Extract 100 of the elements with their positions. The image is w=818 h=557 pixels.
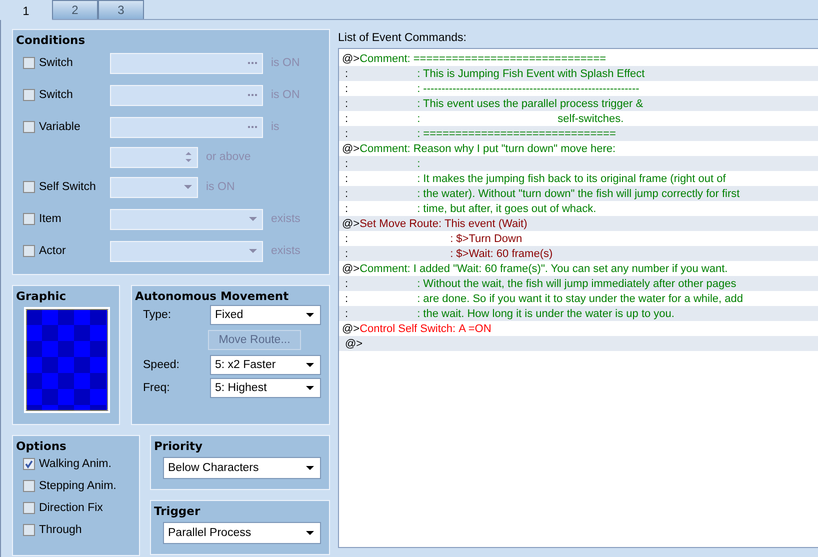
group-title: Graphic bbox=[16, 289, 68, 303]
line-marker: : bbox=[345, 68, 348, 80]
command-text[interactable]: : the water). Without "turn down" the fish will jump correctly for first bbox=[417, 188, 740, 200]
checkbox[interactable] bbox=[23, 458, 35, 470]
condition-field[interactable] bbox=[110, 240, 263, 262]
checkbox[interactable] bbox=[23, 245, 35, 257]
page-tab[interactable]: 2 bbox=[52, 0, 98, 19]
line-marker: : bbox=[345, 112, 348, 124]
caret-icon bbox=[306, 466, 314, 470]
command-text[interactable]: : Without the wait, the fish will jump immediately after other pages bbox=[417, 278, 736, 290]
option-label: Through bbox=[39, 524, 82, 536]
line-marker: : bbox=[345, 188, 348, 200]
condition-label: Variable bbox=[39, 121, 80, 133]
line-marker: : bbox=[345, 248, 348, 260]
line-marker: : bbox=[345, 308, 348, 320]
type-label: Type: bbox=[142, 309, 172, 321]
type-dropdown[interactable]: Fixed bbox=[210, 305, 321, 325]
frequency-dropdown[interactable]: 5: Highest bbox=[210, 378, 321, 398]
line-marker: : bbox=[345, 172, 348, 184]
command-text[interactable]: : the wait. How long it is under the water is up to you. bbox=[417, 308, 674, 320]
line-marker: : bbox=[345, 278, 348, 290]
group-title: Autonomous Movement bbox=[135, 289, 290, 303]
command-text[interactable]: : are done. So if you want it to stay under the water for a while, add bbox=[417, 292, 743, 304]
speed-dropdown[interactable]: 5: x2 Faster bbox=[210, 355, 321, 375]
condition-field[interactable] bbox=[110, 208, 263, 230]
checkbox[interactable] bbox=[23, 181, 35, 193]
checkbox[interactable] bbox=[23, 524, 35, 536]
command-text[interactable]: : bbox=[417, 158, 420, 170]
line-marker: : bbox=[345, 292, 348, 304]
option-label: Stepping Anim. bbox=[39, 480, 116, 492]
command-text[interactable]: This event (Wait) bbox=[444, 218, 528, 230]
line-marker: @> bbox=[342, 322, 360, 334]
command-text[interactable]: I added "Wait: 60 frame(s)". You can set any number if you want. bbox=[413, 262, 728, 274]
caret-icon bbox=[306, 531, 314, 535]
command-text[interactable]: A =ON bbox=[458, 322, 492, 334]
page-tab[interactable]: 3 bbox=[98, 0, 144, 19]
line-marker: : bbox=[345, 98, 348, 110]
command-name[interactable]: Control Self Switch: bbox=[360, 322, 456, 334]
caret-icon bbox=[306, 386, 314, 390]
condition-field[interactable] bbox=[110, 116, 263, 138]
command-text[interactable]: Reason why I put "turn down" move here: bbox=[413, 142, 616, 154]
line-marker: : bbox=[345, 202, 348, 214]
option-label: Direction Fix bbox=[39, 502, 103, 514]
priority-dropdown[interactable]: Below Characters bbox=[163, 457, 321, 479]
caret-icon bbox=[306, 313, 314, 317]
caret-icon bbox=[184, 185, 192, 189]
group-title: Trigger bbox=[154, 504, 202, 518]
checkbox[interactable] bbox=[23, 89, 35, 101]
command-text[interactable]: : This is Jumping Fish Event with Splash Effect bbox=[417, 68, 645, 80]
list-title: List of Event Commands: bbox=[338, 32, 468, 46]
condition-field[interactable] bbox=[110, 176, 198, 198]
ellipsis-icon bbox=[248, 94, 257, 96]
line-marker: @> bbox=[342, 218, 360, 230]
line-marker: : bbox=[345, 82, 348, 94]
option-label: Walking Anim. bbox=[39, 458, 112, 470]
command-text[interactable]: : $>Turn Down bbox=[450, 232, 522, 244]
command-name[interactable]: Comment: bbox=[360, 52, 410, 64]
command-text[interactable]: : It makes the jumping fish back to its original frame (right out of bbox=[417, 172, 726, 184]
condition-label: Switch bbox=[39, 57, 73, 69]
checkbox[interactable] bbox=[23, 502, 35, 514]
ellipsis-icon bbox=[248, 62, 257, 64]
command-text[interactable]: ============================== bbox=[413, 52, 606, 64]
line-marker: : bbox=[345, 128, 348, 140]
command-name[interactable]: Comment: bbox=[360, 142, 410, 154]
command-text[interactable]: : ============================== bbox=[417, 128, 616, 140]
group-title: Priority bbox=[154, 439, 204, 453]
checkered-tile-drawing[interactable] bbox=[24, 307, 110, 413]
condition-field[interactable] bbox=[110, 84, 263, 106]
checkbox[interactable] bbox=[23, 213, 35, 225]
command-text[interactable]: : ----------------------------------------------------------- bbox=[417, 82, 640, 94]
line-marker: @> bbox=[342, 262, 360, 274]
line-marker: @> bbox=[342, 52, 360, 64]
condition-label: Switch bbox=[39, 89, 73, 101]
caret-icon bbox=[249, 217, 257, 221]
condition-field[interactable] bbox=[110, 146, 198, 168]
ellipsis-icon bbox=[248, 126, 257, 128]
caret-icon bbox=[306, 363, 314, 367]
caret-icon bbox=[249, 249, 257, 253]
condition-label: Item bbox=[39, 213, 62, 225]
speed-label: Speed: bbox=[142, 359, 180, 371]
line-marker: @> bbox=[345, 338, 363, 350]
command-name[interactable]: Set Move Route: bbox=[360, 218, 442, 230]
trigger-dropdown[interactable]: Parallel Process bbox=[163, 522, 321, 544]
command-text[interactable]: : This event uses the parallel process trigger & bbox=[417, 98, 644, 110]
condition-label: Actor bbox=[39, 245, 66, 257]
group-title: Options bbox=[16, 439, 68, 453]
group-title: Conditions bbox=[16, 33, 86, 47]
command-text[interactable]: : self-switches. bbox=[417, 112, 624, 124]
line-marker: : bbox=[345, 158, 348, 170]
line-marker: @> bbox=[342, 142, 360, 154]
command-text[interactable]: : time, but after, it goes out of whack. bbox=[417, 202, 596, 214]
condition-field[interactable] bbox=[110, 52, 263, 74]
checkbox[interactable] bbox=[23, 57, 35, 69]
command-text[interactable]: : $>Wait: 60 frame(s) bbox=[450, 248, 553, 260]
condition-label: Self Switch bbox=[39, 181, 96, 193]
line-marker: : bbox=[345, 232, 348, 244]
command-name[interactable]: Comment: bbox=[360, 262, 410, 274]
checkbox[interactable] bbox=[23, 480, 35, 492]
checkbox[interactable] bbox=[23, 121, 35, 133]
spinner-arrows-icon bbox=[185, 151, 192, 163]
